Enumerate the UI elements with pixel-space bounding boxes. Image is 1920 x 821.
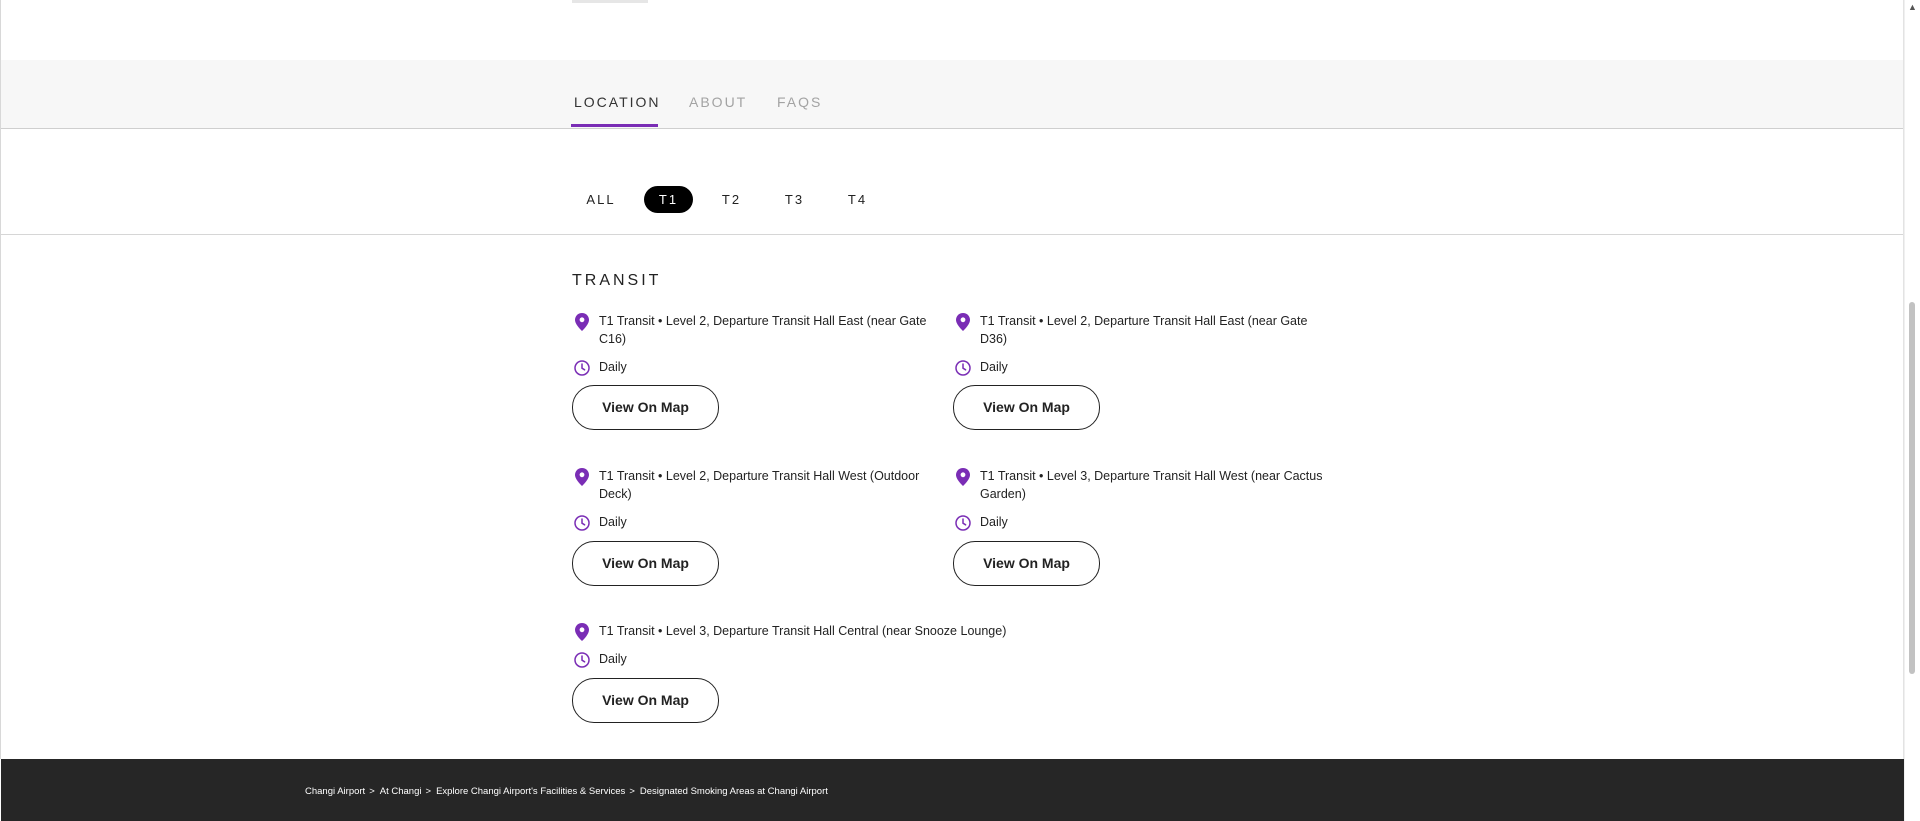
breadcrumb-separator: >: [425, 786, 432, 797]
view-on-map-button[interactable]: View On Map: [572, 678, 719, 723]
location-text: T1 Transit • Level 2, Departure Transit …: [980, 314, 1308, 346]
location-card: T1 Transit • Level 2, Departure Transit …: [572, 467, 942, 587]
map-pin-icon: [575, 313, 589, 331]
hours-text: Daily: [599, 360, 627, 374]
location-card: T1 Transit • Level 2, Departure Transit …: [572, 312, 942, 432]
hours-text: Daily: [599, 652, 627, 666]
map-pin-icon: [575, 468, 589, 486]
footer: Changi Airport > At Changi > Explore Changi …: [1, 759, 1904, 821]
content-tab-bar: LOCATION ABOUT FAQS: [1, 60, 1903, 129]
terminal-filter-bar: ALL T1 T2 T3 T4: [1, 129, 1903, 235]
active-tab-indicator: [571, 124, 658, 127]
location-card: T1 Transit • Level 3, Departure Transit …: [953, 467, 1323, 587]
scrollbar-thumb[interactable]: [1909, 302, 1915, 674]
scroll-up-arrow-icon[interactable]: ▲: [1908, 2, 1917, 12]
breadcrumb-current-page: Designated Smoking Areas at Changi Airpo…: [639, 786, 828, 797]
view-on-map-button[interactable]: View On Map: [572, 385, 719, 430]
breadcrumb-link-facilities-services[interactable]: Explore Changi Airport's Facilities & Se…: [436, 786, 625, 797]
filter-t4[interactable]: T4: [833, 186, 882, 213]
location-card: T1 Transit • Level 3, Departure Transit …: [572, 622, 1092, 727]
breadcrumb-link-changi-airport[interactable]: Changi Airport: [305, 786, 365, 797]
clock-icon: [955, 360, 971, 376]
map-pin-icon: [956, 468, 970, 486]
clock-icon: [574, 652, 590, 668]
location-card: T1 Transit • Level 2, Departure Transit …: [953, 312, 1323, 432]
location-text: T1 Transit • Level 3, Departure Transit …: [599, 624, 1007, 638]
page: LOCATION ABOUT FAQS ALL T1 T2 T3 T4 TRAN…: [0, 0, 1920, 821]
filter-all[interactable]: ALL: [573, 186, 629, 213]
hours-text: Daily: [980, 360, 1008, 374]
hours-text: Daily: [980, 515, 1008, 529]
map-pin-icon: [956, 313, 970, 331]
breadcrumb-link-at-changi[interactable]: At Changi: [380, 786, 422, 797]
clock-icon: [574, 360, 590, 376]
location-text: T1 Transit • Level 2, Departure Transit …: [599, 314, 927, 346]
view-on-map-button[interactable]: View On Map: [572, 541, 719, 586]
filter-t1[interactable]: T1: [644, 186, 693, 213]
breadcrumb-separator: >: [369, 786, 375, 797]
clock-icon: [955, 515, 971, 531]
location-text: T1 Transit • Level 2, Departure Transit …: [599, 469, 920, 501]
top-divider-stub: [572, 0, 648, 3]
section-title: TRANSIT: [572, 272, 662, 289]
filter-t3[interactable]: T3: [770, 186, 819, 213]
view-on-map-button[interactable]: View On Map: [953, 385, 1100, 430]
view-on-map-button[interactable]: View On Map: [953, 541, 1100, 586]
tab-location[interactable]: LOCATION: [574, 94, 661, 110]
breadcrumb-separator: >: [629, 786, 635, 797]
filter-t2[interactable]: T2: [707, 186, 756, 213]
tab-about[interactable]: ABOUT: [689, 94, 747, 110]
tab-faqs[interactable]: FAQS: [777, 94, 822, 110]
breadcrumb: Changi Airport > At Changi > Explore Changi …: [305, 786, 828, 798]
clock-icon: [574, 515, 590, 531]
location-text: T1 Transit • Level 3, Departure Transit …: [980, 469, 1323, 501]
map-pin-icon: [575, 623, 589, 641]
hours-text: Daily: [599, 515, 627, 529]
